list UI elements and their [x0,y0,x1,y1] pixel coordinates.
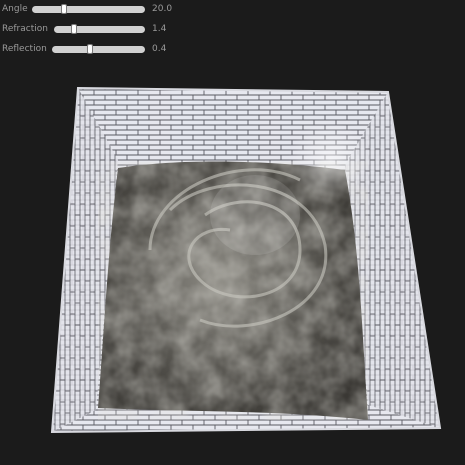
surface-glare-inner [210,175,300,255]
pool-scene[interactable] [0,0,465,465]
